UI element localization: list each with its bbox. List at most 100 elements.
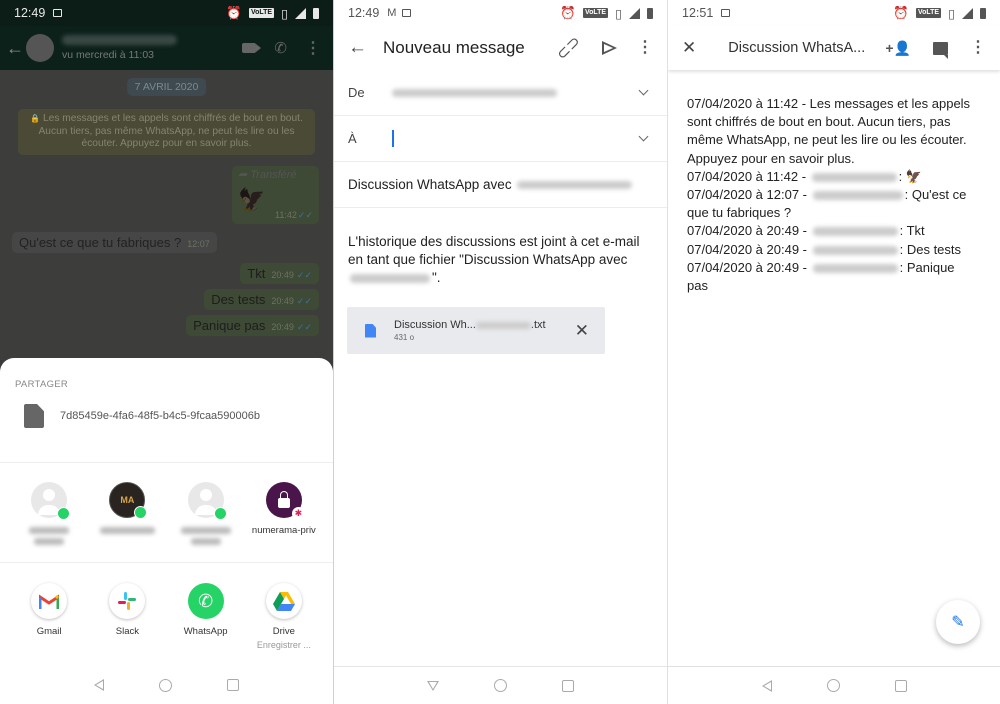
app-label: WhatsApp <box>183 626 228 637</box>
forwarded-label: Transféré <box>250 169 297 181</box>
message-bubble-incoming[interactable]: Qu'est ce que tu fabriques ? 12:07 <box>12 232 217 253</box>
share-app-drive[interactable]: Drive Enregistrer ... <box>246 583 322 650</box>
status-bar: 12:49 M ⏰ VoLTE ▯ <box>334 0 667 26</box>
share-app-gmail[interactable]: Gmail <box>11 583 87 650</box>
encryption-notice[interactable]: 🔒 Les messages et les appels sont chiffr… <box>18 109 315 155</box>
nav-recents-icon[interactable] <box>894 679 907 692</box>
status-time: 12:49 <box>14 6 46 20</box>
vibrate-icon: ▯ <box>615 6 622 21</box>
app-label: Drive <box>272 626 295 637</box>
message-bubble-outgoing[interactable]: Tkt 20:49 ✓✓ <box>240 263 319 284</box>
volte-icon: VoLTE <box>582 8 609 18</box>
lock-icon <box>277 490 290 508</box>
more-options-icon[interactable]: ⋮ <box>637 40 653 56</box>
subject-field[interactable]: Discussion WhatsApp avec <box>334 162 667 208</box>
read-ticks-icon: ✓✓ <box>296 270 312 280</box>
read-ticks-icon: ✓✓ <box>297 210 313 220</box>
message-bubble-forwarded[interactable]: ➦ Transféré 🦅 11:42 ✓✓ <box>232 166 319 224</box>
contact-info[interactable]: vu mercredi à 11:03 <box>62 35 177 61</box>
nav-home-icon[interactable] <box>494 679 507 692</box>
whatsapp-badge-icon <box>57 507 71 520</box>
battery-icon <box>980 7 986 19</box>
edit-fab[interactable]: ✎ <box>936 600 980 644</box>
video-call-icon[interactable] <box>242 43 262 53</box>
lock-icon: 🔒 <box>30 114 41 123</box>
shared-file: 7d85459e-4fa6-48f5-b4c5-9fcaa590006b <box>24 404 260 428</box>
attachment-chip[interactable]: Discussion Wh... .txt 431 o ✕ <box>347 307 605 354</box>
contact-avatar[interactable] <box>26 34 54 62</box>
signal-icon <box>295 7 306 19</box>
more-options-icon[interactable]: ⋮ <box>305 38 321 58</box>
slack-badge-icon: ✱ <box>291 507 305 520</box>
navigation-bar <box>334 666 667 704</box>
back-arrow-icon[interactable]: ← <box>6 38 24 59</box>
app-label: Slack <box>115 626 139 637</box>
sender-name-blurred <box>811 172 897 182</box>
share-target-slack-channel[interactable]: ✱ numerama-priv <box>246 482 322 545</box>
share-app-slack[interactable]: Slack <box>89 583 165 650</box>
comment-icon[interactable] <box>933 41 948 59</box>
sender-name-blurred <box>812 227 898 237</box>
close-icon[interactable]: ✕ <box>682 38 696 58</box>
whatsapp-screen: 12:49 ⏰ VoLTE ▯ ← vu mercredi à 11:03 ✆ … <box>0 0 333 704</box>
more-options-icon[interactable]: ⋮ <box>970 40 986 56</box>
chat-area: 7 AVRIL 2020 🔒 Les messages et les appel… <box>0 70 333 360</box>
gmail-compose-screen: 12:49 M ⏰ VoLTE ▯ ← Nouveau message ⊂⊃ ⋮ <box>333 0 667 704</box>
attachment-name: Discussion Wh... .txt <box>394 319 546 331</box>
sender-name-blurred <box>812 263 898 273</box>
shared-file-name: 7d85459e-4fa6-48f5-b4c5-9fcaa590006b <box>60 410 260 422</box>
chevron-down-icon[interactable] <box>638 85 649 96</box>
status-time: 12:51 <box>682 6 714 20</box>
date-chip: 7 AVRIL 2020 <box>126 78 207 96</box>
nav-recents-icon[interactable] <box>562 679 574 692</box>
to-label: À <box>348 131 357 146</box>
chat-header: ← vu mercredi à 11:03 ✆ ⋮ <box>0 26 333 70</box>
page-title: Nouveau message <box>383 38 525 57</box>
message-text: Des tests <box>211 292 266 307</box>
pencil-icon: ✎ <box>951 614 965 631</box>
nav-home-icon[interactable] <box>159 678 172 692</box>
attach-icon[interactable]: ⊂⊃ <box>552 31 585 64</box>
nav-home-icon[interactable] <box>826 679 840 692</box>
whatsapp-badge-icon <box>134 506 148 519</box>
divider <box>0 462 333 463</box>
log-line: 07/04/2020 à 11:42 - Les messages et les… <box>687 96 971 166</box>
attachment-size: 431 o <box>394 333 415 342</box>
app-label: Gmail <box>36 626 62 637</box>
message-bubble-outgoing[interactable]: Des tests 20:49 ✓✓ <box>204 289 319 310</box>
divider <box>0 562 333 563</box>
nav-recents-icon[interactable] <box>227 679 239 691</box>
message-text: Qu'est ce que tu fabriques ? <box>19 235 182 250</box>
signal-icon <box>962 7 973 19</box>
forward-icon: ➦ <box>238 169 248 181</box>
from-field[interactable]: De <box>334 70 667 116</box>
gmail-icon <box>31 583 68 619</box>
document-viewer-screen: 12:51 ⏰ VoLTE ▯ ✕ Discussion WhatsA... +… <box>667 0 1000 704</box>
document-icon <box>365 323 376 338</box>
share-target-contact[interactable] <box>11 482 87 545</box>
text-cursor <box>392 130 394 147</box>
chevron-down-icon[interactable] <box>638 131 649 142</box>
remove-attachment-icon[interactable]: ✕ <box>575 321 589 341</box>
nav-hide-keyboard-icon[interactable] <box>427 680 439 691</box>
alarm-icon: ⏰ <box>893 5 909 20</box>
private-channel-avatar: ✱ <box>265 482 305 520</box>
share-target-contact[interactable] <box>168 482 244 545</box>
nav-back-icon[interactable] <box>761 679 772 692</box>
voice-call-icon[interactable]: ✆ <box>274 39 287 57</box>
message-bubble-outgoing[interactable]: Panique pas 20:49 ✓✓ <box>186 315 319 336</box>
add-person-icon[interactable]: +👤 <box>885 40 911 57</box>
message-text: Panique pas <box>193 318 266 333</box>
to-field[interactable]: À <box>334 116 667 162</box>
share-target-group[interactable]: MA <box>89 482 165 545</box>
sender-name-blurred <box>812 245 898 255</box>
send-icon[interactable] <box>602 41 617 55</box>
share-app-whatsapp[interactable]: ✆ WhatsApp <box>168 583 244 650</box>
nav-back-icon[interactable] <box>94 679 104 691</box>
log-line: 07/04/2020 à 20:49 - : Tkt <box>687 223 925 239</box>
share-target-label: numerama-priv <box>251 525 316 536</box>
back-arrow-icon[interactable]: ← <box>348 37 368 59</box>
gallery-notification-icon <box>721 9 731 17</box>
compose-body[interactable]: L'historique des discussions est joint à… <box>348 233 647 287</box>
contact-avatar <box>31 482 71 520</box>
